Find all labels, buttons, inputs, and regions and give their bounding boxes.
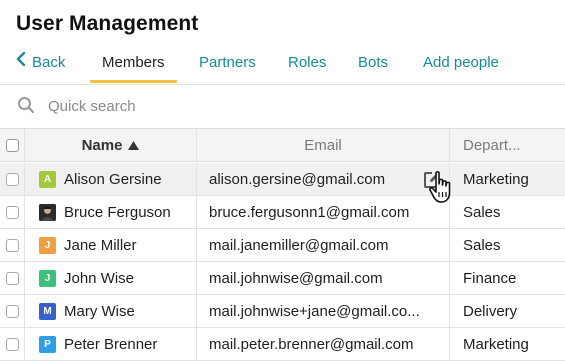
user-name: Mary Wise xyxy=(64,302,135,320)
avatar: A xyxy=(39,170,56,188)
user-name: Bruce Ferguson xyxy=(64,203,171,221)
tab-roles[interactable]: Roles xyxy=(288,48,326,83)
name-cell: Bruce Ferguson xyxy=(25,196,197,228)
email-cell: mail.johnwise@gmail.com xyxy=(197,262,450,294)
department-cell: Finance xyxy=(463,269,517,287)
tab-partners[interactable]: Partners xyxy=(199,48,256,83)
avatar: P xyxy=(39,335,56,353)
name-cell: M Mary Wise xyxy=(25,295,197,327)
email-cell: bruce.fergusonn1@gmail.com xyxy=(197,196,450,228)
nav-tabs: Back Members Partners Roles Bots Add peo… xyxy=(0,48,565,83)
quick-search-input[interactable] xyxy=(48,93,528,119)
back-label: Back xyxy=(32,54,66,71)
table-row[interactable]: P Peter Brenner mail.peter.brenner@gmail… xyxy=(0,328,565,361)
row-select-cell xyxy=(0,328,25,360)
email-cell: alison.gersine@gmail.com xyxy=(197,163,450,195)
row-checkbox[interactable] xyxy=(5,304,19,318)
user-name: Alison Gersine xyxy=(64,170,162,188)
select-all-cell xyxy=(0,129,25,161)
row-checkbox[interactable] xyxy=(5,205,19,219)
column-header-name[interactable]: Name xyxy=(25,129,197,161)
name-cell: P Peter Brenner xyxy=(25,328,197,360)
table-row[interactable]: M Mary Wise mail.johnwise+jane@gmail.co.… xyxy=(0,295,565,328)
row-select-cell xyxy=(0,229,25,261)
avatar: M xyxy=(39,302,56,320)
chevron-left-icon xyxy=(16,47,26,77)
table-row[interactable]: J John Wise mail.johnwise@gmail.com Fina… xyxy=(0,262,565,295)
tab-bots[interactable]: Bots xyxy=(358,48,388,83)
members-table: Name Email Depart... A Alison Gersine al… xyxy=(0,128,565,361)
email-cell: mail.johnwise+jane@gmail.co... xyxy=(197,295,450,327)
name-cell: J John Wise xyxy=(25,262,197,294)
page-title: User Management xyxy=(16,12,199,35)
department-cell: Marketing xyxy=(463,335,529,353)
department-cell: Sales xyxy=(463,203,501,221)
table-row[interactable]: A Alison Gersine alison.gersine@gmail.co… xyxy=(0,163,565,196)
row-checkbox[interactable] xyxy=(5,337,19,351)
column-header-department[interactable]: Depart... xyxy=(451,129,565,161)
user-name: John Wise xyxy=(64,269,135,287)
sort-ascending-icon xyxy=(128,137,140,154)
row-select-cell xyxy=(0,262,25,294)
name-cell: J Jane Miller xyxy=(25,229,197,261)
email-cell: mail.peter.brenner@gmail.com xyxy=(197,328,450,360)
row-select-cell xyxy=(0,196,25,228)
avatar: J xyxy=(39,236,56,254)
row-select-cell xyxy=(0,163,25,195)
department-cell: Sales xyxy=(463,236,501,254)
name-cell: A Alison Gersine xyxy=(25,163,197,195)
hand-pointer-cursor-icon xyxy=(428,170,454,211)
user-name: Peter Brenner xyxy=(64,335,158,353)
row-checkbox[interactable] xyxy=(5,172,19,186)
search-bar xyxy=(0,85,565,127)
tab-members[interactable]: Members xyxy=(90,48,176,83)
table-row[interactable]: Bruce Ferguson bruce.fergusonn1@gmail.co… xyxy=(0,196,565,229)
user-name: Jane Miller xyxy=(64,236,137,254)
select-all-checkbox[interactable] xyxy=(5,138,19,152)
back-link[interactable]: Back xyxy=(16,48,65,83)
avatar: J xyxy=(39,269,56,287)
tab-add-people[interactable]: Add people xyxy=(423,48,499,83)
avatar-photo xyxy=(39,203,56,221)
table-row[interactable]: J Jane Miller mail.janemiller@gmail.com … xyxy=(0,229,565,262)
row-select-cell xyxy=(0,295,25,327)
email-cell: mail.janemiller@gmail.com xyxy=(197,229,450,261)
row-checkbox[interactable] xyxy=(5,271,19,285)
table-header-row: Name Email Depart... xyxy=(0,129,565,162)
department-cell: Marketing xyxy=(463,170,529,188)
column-header-name-label: Name xyxy=(81,136,123,154)
row-checkbox[interactable] xyxy=(5,238,19,252)
column-header-email[interactable]: Email xyxy=(197,129,450,161)
department-cell: Delivery xyxy=(463,302,518,320)
search-icon xyxy=(17,96,35,119)
